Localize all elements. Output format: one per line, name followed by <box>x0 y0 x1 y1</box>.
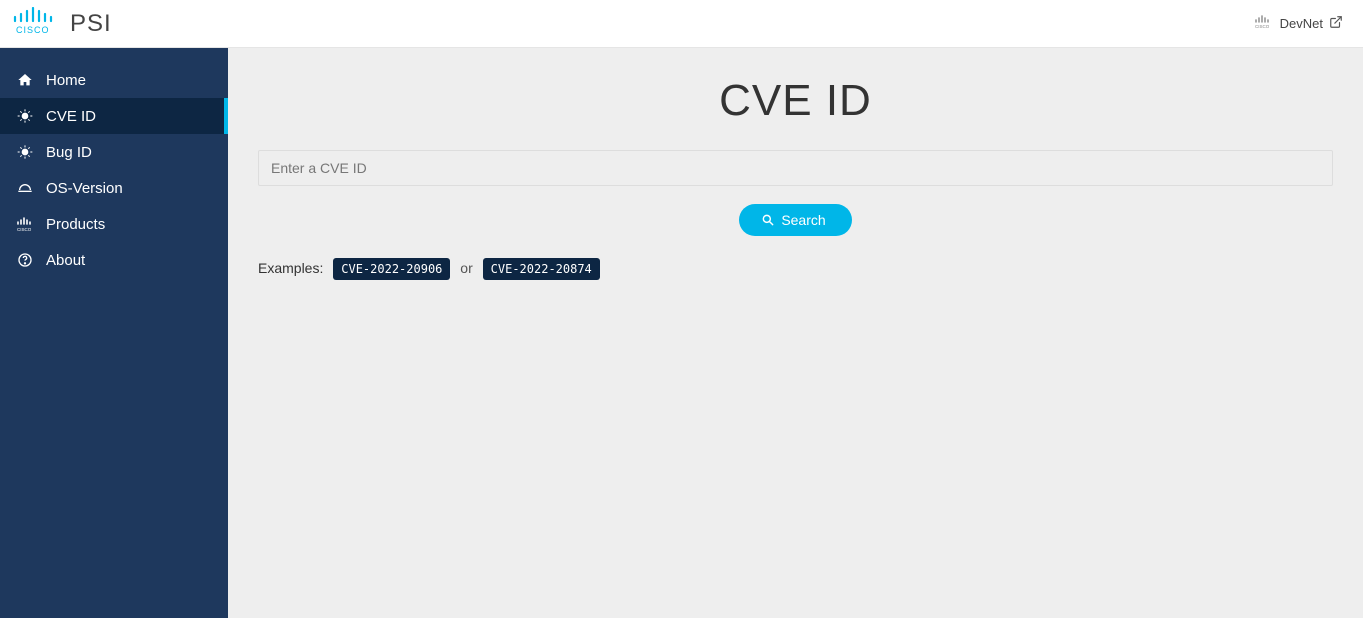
sidebar-item-products[interactable]: CISCO Products <box>0 206 228 242</box>
examples-row: Examples: CVE-2022-20906 or CVE-2022-208… <box>258 258 1333 280</box>
sidebar-item-label: CVE ID <box>46 108 96 125</box>
question-icon <box>16 251 34 269</box>
page-title: CVE ID <box>258 76 1333 126</box>
brand: CISCO PSI <box>12 7 112 40</box>
cisco-logo-icon: CISCO <box>12 7 58 40</box>
examples-separator: or <box>460 260 472 276</box>
sidebar-item-label: Bug ID <box>46 144 92 161</box>
sidebar: Home CVE ID Bug ID OS-Version <box>0 48 228 618</box>
sidebar-item-home[interactable]: Home <box>0 62 228 98</box>
examples-label: Examples: <box>258 260 323 276</box>
main-content: CVE ID Search Examples: CVE-2022-20906 o… <box>228 48 1363 618</box>
header: CISCO PSI CISCO DevNet <box>0 0 1363 48</box>
search-button[interactable]: Search <box>739 204 851 236</box>
external-link-icon <box>1329 15 1343 32</box>
sidebar-item-label: Home <box>46 72 86 89</box>
cisco-icon: CISCO <box>16 215 34 233</box>
sidebar-item-about[interactable]: About <box>0 242 228 278</box>
sidebar-item-label: About <box>46 252 85 269</box>
svg-text:CISCO: CISCO <box>16 25 50 35</box>
app-name: PSI <box>70 10 112 38</box>
search-form: Search <box>258 150 1333 236</box>
search-icon <box>761 213 775 227</box>
sidebar-item-bug-id[interactable]: Bug ID <box>0 134 228 170</box>
example-cve-tag[interactable]: CVE-2022-20874 <box>483 258 600 280</box>
helmet-icon <box>16 179 34 197</box>
search-button-label: Search <box>781 212 825 228</box>
sidebar-item-os-version[interactable]: OS-Version <box>0 170 228 206</box>
svg-text:CISCO: CISCO <box>17 227 32 232</box>
cisco-mini-logo-icon: CISCO <box>1254 15 1274 32</box>
sidebar-item-cve-id[interactable]: CVE ID <box>0 98 228 134</box>
example-cve-tag[interactable]: CVE-2022-20906 <box>333 258 450 280</box>
bug-icon <box>16 143 34 161</box>
devnet-link[interactable]: CISCO DevNet <box>1254 15 1343 32</box>
svg-text:CISCO: CISCO <box>1255 24 1270 29</box>
cve-id-input[interactable] <box>258 150 1333 186</box>
sidebar-item-label: Products <box>46 216 105 233</box>
devnet-label: DevNet <box>1280 16 1323 31</box>
sidebar-item-label: OS-Version <box>46 180 123 197</box>
home-icon <box>16 71 34 89</box>
bug-icon <box>16 107 34 125</box>
